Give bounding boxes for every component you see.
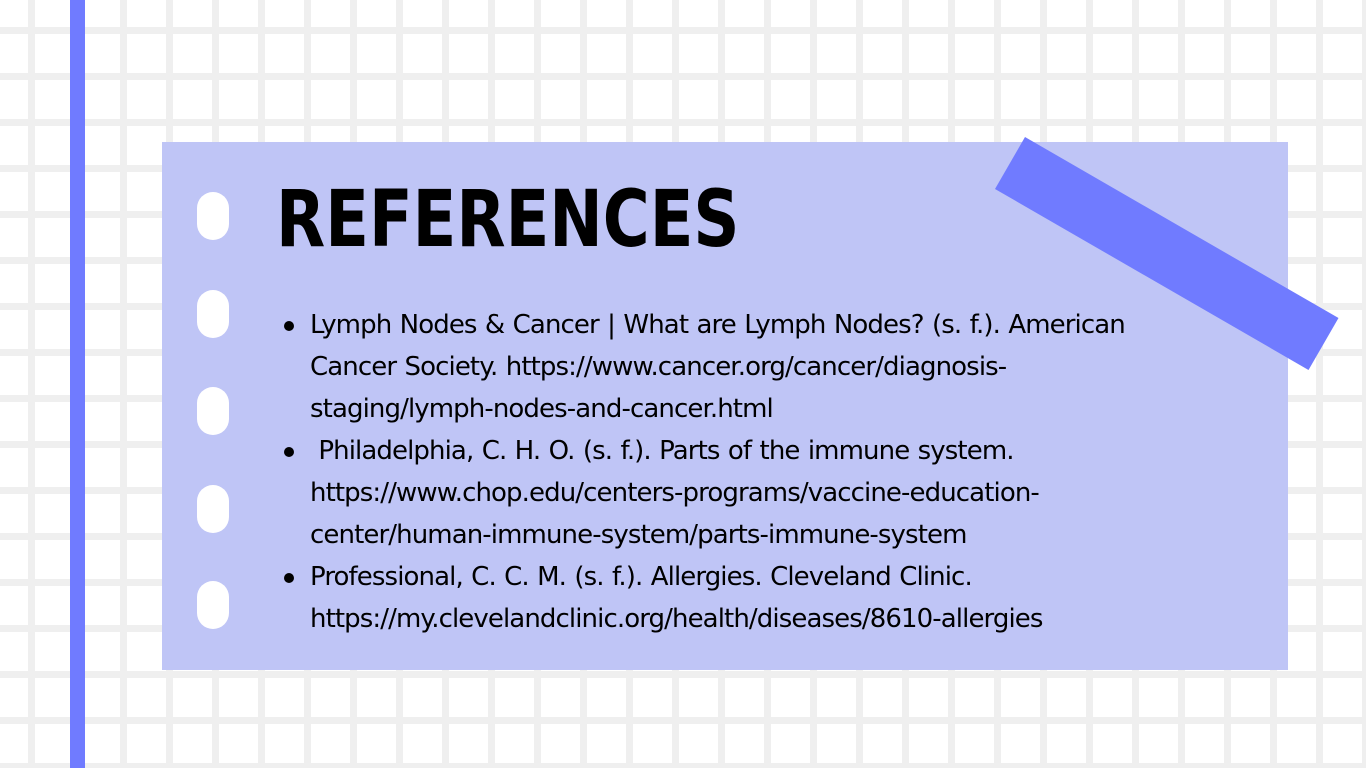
binder-hole xyxy=(197,192,229,240)
reference-text-line: Cancer Society. https://www.cancer.org/c… xyxy=(310,352,1007,382)
reference-item: Philadelphia, C. H. O. (s. f.). Parts of… xyxy=(284,430,1270,556)
reference-item: Lymph Nodes & Cancer | What are Lymph No… xyxy=(284,304,1270,430)
bullet-icon xyxy=(284,321,294,331)
reference-text-line: staging/lymph-nodes-and-cancer.html xyxy=(310,394,774,424)
binder-hole xyxy=(197,581,229,629)
reference-text-line: center/human-immune-system/parts-immune-… xyxy=(310,520,967,550)
reference-text-line: Professional, C. C. M. (s. f.). Allergie… xyxy=(310,562,973,592)
reference-text-line: https://my.clevelandclinic.org/health/di… xyxy=(310,604,1043,634)
notebook-margin-line xyxy=(70,0,85,768)
reference-text-line: https://www.chop.edu/centers-programs/va… xyxy=(310,478,1040,508)
bullet-icon xyxy=(284,447,294,457)
references-list: Lymph Nodes & Cancer | What are Lymph No… xyxy=(284,304,1270,640)
binder-hole xyxy=(197,387,229,435)
bullet-icon xyxy=(284,573,294,583)
page-title: REFERENCES xyxy=(276,175,740,265)
reference-text-line: Philadelphia, C. H. O. (s. f.). Parts of… xyxy=(310,436,1014,466)
binder-hole xyxy=(197,485,229,533)
reference-item: Professional, C. C. M. (s. f.). Allergie… xyxy=(284,556,1270,640)
binder-hole xyxy=(197,290,229,338)
reference-text-line: Lymph Nodes & Cancer | What are Lymph No… xyxy=(310,310,1126,340)
